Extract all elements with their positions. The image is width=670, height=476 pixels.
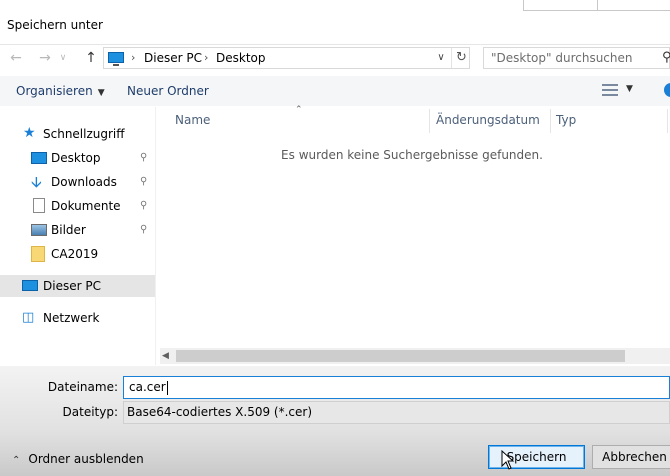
- hide-folders-label: Ordner ausblenden: [28, 452, 144, 466]
- filename-value: ca.cer: [129, 380, 166, 394]
- navigation-pane: ★ Schnellzugriff Desktop ⚲ 🡫 Downloads ⚲…: [0, 107, 156, 365]
- caret-down-icon[interactable]: ▼: [626, 84, 633, 94]
- sidebar-item-label: Dieser PC: [43, 279, 101, 293]
- forward-button[interactable]: →: [34, 47, 56, 69]
- pin-icon: ⚲: [140, 200, 148, 211]
- background-window-edge: [523, 0, 524, 10]
- background-window-edge: [597, 0, 598, 10]
- sidebar-item-this-pc[interactable]: Dieser PC: [0, 275, 156, 297]
- horizontal-scrollbar[interactable]: ◀: [160, 348, 670, 364]
- filetype-label: Dateityp:: [62, 405, 118, 419]
- filename-field[interactable]: ca.cer: [123, 376, 670, 399]
- filename-label: Dateiname:: [47, 380, 118, 394]
- sidebar-item-documents[interactable]: Dokumente ⚲: [0, 195, 156, 217]
- search-placeholder: "Desktop" durchsuchen: [491, 51, 633, 65]
- sidebar-item-downloads[interactable]: 🡫 Downloads ⚲: [0, 171, 156, 193]
- chevron-right-icon: ›: [131, 51, 136, 64]
- filetype-select[interactable]: Base64-codiertes X.509 (*.cer): [123, 401, 670, 424]
- view-options-icon[interactable]: [602, 84, 618, 96]
- pictures-icon: [31, 224, 47, 236]
- refresh-icon[interactable]: ↻: [453, 49, 470, 67]
- sidebar-item-pictures[interactable]: Bilder ⚲: [0, 219, 156, 241]
- breadcrumb-this-pc[interactable]: Dieser PC: [144, 51, 202, 65]
- pane-divider[interactable]: [155, 107, 156, 365]
- back-button[interactable]: ←: [5, 47, 27, 69]
- sidebar-item-label: Dokumente: [51, 199, 121, 213]
- sidebar-item-label: Netzwerk: [43, 311, 100, 325]
- empty-results-message: Es wurden keine Suchergebnisse gefunden.: [281, 148, 543, 162]
- column-divider[interactable]: [550, 109, 551, 133]
- window-title: Speichern unter: [7, 18, 103, 32]
- computer-icon: [108, 52, 124, 66]
- arrow-up-icon: ↑: [85, 50, 97, 66]
- sidebar-item-ca2019[interactable]: CA2019: [0, 243, 156, 265]
- filetype-value: Base64-codiertes X.509 (*.cer): [127, 405, 313, 419]
- address-bar[interactable]: › Dieser PC › Desktop ∨ ↻: [103, 47, 470, 69]
- sort-caret-icon: ⌃: [295, 105, 303, 115]
- document-icon: [33, 198, 45, 213]
- sidebar-item-label: Desktop: [51, 151, 101, 165]
- pin-icon: ⚲: [140, 176, 148, 187]
- desktop-icon: [31, 152, 47, 164]
- file-list[interactable]: ⌃ Name Änderungsdatum Typ Es wurden kein…: [157, 105, 670, 365]
- new-folder-button[interactable]: Neuer Ordner: [127, 84, 209, 98]
- sidebar-item-quick-access[interactable]: ★ Schnellzugriff: [0, 123, 156, 145]
- sidebar-item-network[interactable]: ◫ Netzwerk: [0, 307, 156, 329]
- sidebar-item-label: Schnellzugriff: [43, 127, 125, 141]
- folder-icon: [31, 246, 45, 262]
- sidebar-item-desktop[interactable]: Desktop ⚲: [0, 147, 156, 169]
- sidebar-item-label: Downloads: [51, 175, 117, 189]
- mouse-cursor-icon: [501, 450, 515, 470]
- column-header-type[interactable]: Typ: [556, 113, 576, 127]
- chevron-up-icon: ⌃: [12, 455, 21, 466]
- column-header-name[interactable]: Name: [175, 113, 210, 127]
- text-caret: [166, 380, 168, 395]
- search-icon: ⚲: [662, 50, 670, 65]
- arrow-right-icon: →: [39, 50, 51, 66]
- download-icon: 🡫: [31, 173, 42, 191]
- help-icon[interactable]: [664, 83, 670, 97]
- chevron-down-icon[interactable]: ∨: [433, 50, 449, 66]
- divider: [451, 48, 452, 68]
- organize-button[interactable]: Organisieren ▼: [16, 84, 105, 98]
- hide-folders-toggle[interactable]: ⌃ Ordner ausblenden: [12, 452, 144, 466]
- scrollbar-thumb[interactable]: [176, 350, 625, 362]
- caret-down-icon: ▼: [97, 88, 105, 98]
- background-window-edge: [523, 10, 670, 11]
- search-input[interactable]: "Desktop" durchsuchen ⚲: [483, 47, 670, 69]
- chevron-right-icon: ›: [204, 51, 209, 64]
- star-icon: ★: [23, 125, 36, 141]
- cancel-button[interactable]: Abbrechen: [592, 445, 670, 469]
- sidebar-item-label: CA2019: [51, 247, 99, 261]
- recent-locations-button[interactable]: ∨: [57, 47, 69, 69]
- column-header-modified[interactable]: Änderungsdatum: [436, 113, 540, 127]
- sidebar-item-label: Bilder: [51, 223, 86, 237]
- network-icon: ◫: [22, 310, 35, 325]
- column-divider[interactable]: [667, 109, 668, 133]
- computer-icon: [22, 280, 38, 291]
- chevron-down-icon: ∨: [59, 53, 67, 63]
- organize-label: Organisieren: [16, 84, 93, 98]
- arrow-left-icon: ←: [10, 50, 22, 66]
- breadcrumb-desktop[interactable]: Desktop: [216, 51, 266, 65]
- up-button[interactable]: ↑: [80, 47, 102, 69]
- column-divider[interactable]: [429, 109, 430, 133]
- scroll-left-icon[interactable]: ◀: [162, 351, 169, 361]
- pin-icon: ⚲: [140, 224, 148, 235]
- title-bar: Speichern unter: [0, 0, 670, 45]
- pin-icon: ⚲: [140, 152, 148, 163]
- command-toolbar: Organisieren ▼ Neuer Ordner ▼: [0, 76, 670, 106]
